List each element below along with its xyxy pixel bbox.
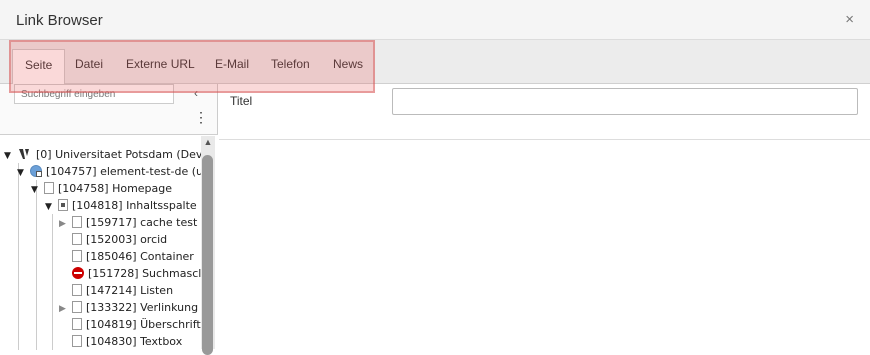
- tree-node[interactable]: [104830] Textbox: [59, 333, 182, 350]
- mount-page-icon: [58, 199, 68, 211]
- tree-node-label: [0] Universitaet Potsdam (Deve: [36, 148, 210, 161]
- page-icon: [72, 216, 82, 228]
- tree-node-label: [104830] Textbox: [86, 335, 183, 348]
- page-icon: [72, 250, 82, 262]
- tree-node[interactable]: [104819] Überschrift: [59, 316, 201, 333]
- tree-node[interactable]: ▼ [0] Universitaet Potsdam (Deve: [4, 146, 209, 163]
- tree-node-label: [185046] Container: [86, 250, 194, 263]
- tab-bar: Seite Datei Externe URL E-Mail Telefon N…: [0, 40, 870, 84]
- page-icon: [44, 182, 54, 194]
- tab-externe-url[interactable]: Externe URL: [114, 49, 207, 84]
- expand-toggle-icon[interactable]: ▼: [17, 165, 30, 182]
- tree-menu-icon[interactable]: ⋮: [194, 110, 208, 124]
- tree-node-label: [151728] Suchmascl: [88, 267, 202, 280]
- tab-seite[interactable]: Seite: [12, 49, 66, 84]
- tree-node[interactable]: [185046] Container: [59, 248, 194, 265]
- tree-scrollbar-thumb[interactable]: [202, 155, 213, 355]
- tree-node[interactable]: ▼ [104757] element-test-de (u: [17, 163, 203, 180]
- dialog-title: Link Browser: [16, 12, 103, 29]
- expand-toggle-icon[interactable]: ▼: [4, 148, 17, 165]
- titel-input[interactable]: [392, 88, 858, 115]
- tree-node[interactable]: [151728] Suchmascl: [59, 265, 201, 282]
- page-icon: [72, 284, 82, 296]
- typo3-icon: [19, 149, 29, 159]
- tree-node[interactable]: ▼ [104758] Homepage: [31, 180, 172, 197]
- titel-label: Titel: [230, 94, 253, 108]
- tree-node-label: [152003] orcid: [86, 233, 168, 246]
- tree-node-label: [147214] Listen: [86, 284, 174, 297]
- page-icon: [72, 335, 82, 347]
- page-icon: [72, 233, 82, 245]
- tree-node-label: [104818] Inhaltsspalte: [72, 199, 197, 212]
- tree-node-label: [104819] Überschrift: [86, 318, 201, 331]
- tree-node[interactable]: ▼ [104818] Inhaltsspalte: [45, 197, 197, 214]
- page-icon: [72, 301, 82, 313]
- page-tree: ▼ [0] Universitaet Potsdam (Deve ▼ [104757…: [0, 134, 218, 350]
- tree-node-label: [104757] element-test-de (u: [46, 165, 204, 178]
- tab-news[interactable]: News: [321, 49, 375, 84]
- expand-toggle-icon[interactable]: ▼: [45, 199, 58, 216]
- tree-node[interactable]: ▶ [159717] cache test: [59, 214, 197, 231]
- tab-email[interactable]: E-Mail: [203, 49, 261, 84]
- tree-search-input[interactable]: [14, 84, 174, 104]
- form-divider: [219, 139, 870, 140]
- tree-guide-line: [36, 180, 37, 350]
- tree-guide-line: [52, 214, 53, 350]
- tree-node[interactable]: [152003] orcid: [59, 231, 167, 248]
- tree-node[interactable]: ▶ [133322] Verlinkung: [59, 299, 198, 316]
- tree-node-label: [104758] Homepage: [58, 182, 173, 195]
- close-icon[interactable]: ×: [845, 11, 854, 28]
- dialog-titlebar: Link Browser ×: [0, 0, 870, 40]
- globe-page-icon: [30, 165, 42, 177]
- tree-node[interactable]: [147214] Listen: [59, 282, 173, 299]
- forbidden-icon: [72, 267, 84, 279]
- expand-toggle-icon[interactable]: ▼: [31, 182, 44, 199]
- collapse-panel-icon[interactable]: ‹: [194, 86, 198, 100]
- scroll-up-icon[interactable]: ▲: [201, 137, 215, 147]
- tab-telefon[interactable]: Telefon: [259, 49, 322, 84]
- tab-datei[interactable]: Datei: [63, 49, 115, 84]
- tree-node-label: [159717] cache test: [86, 216, 198, 229]
- tree-guide-line: [18, 163, 19, 350]
- page-icon: [72, 318, 82, 330]
- tree-node-label: [133322] Verlinkung: [86, 301, 199, 314]
